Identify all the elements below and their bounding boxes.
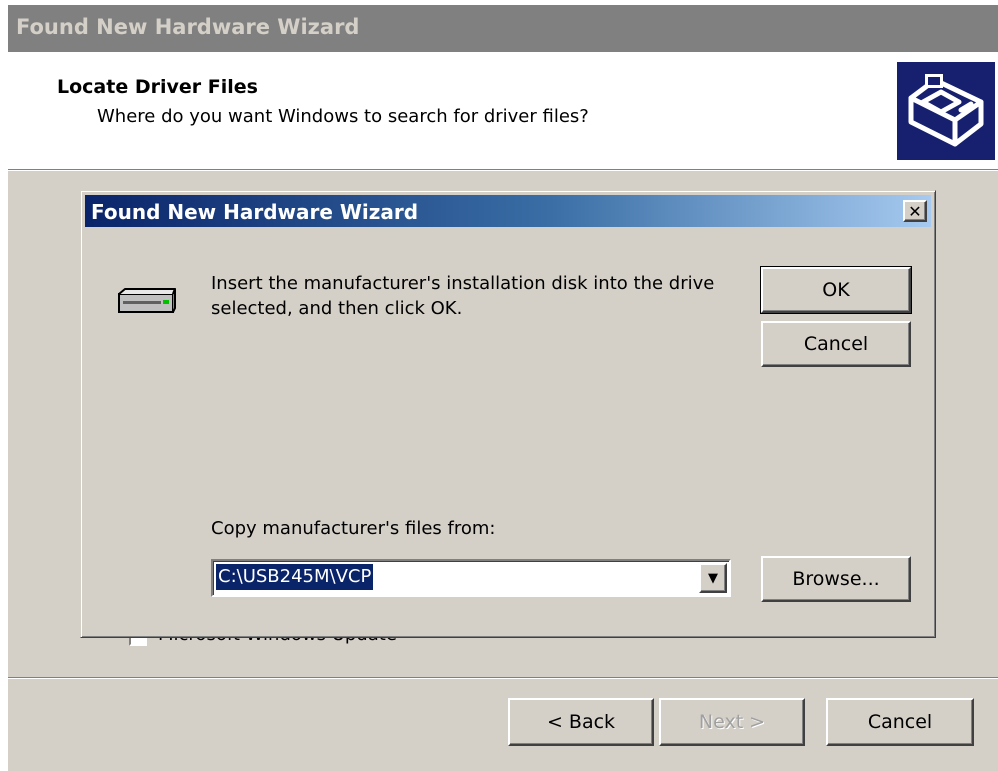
ok-button[interactable]: OK [760, 266, 912, 314]
wizard-header-subtitle: Where do you want Windows to search for … [97, 106, 589, 127]
floppy-drive-icon [115, 286, 177, 316]
chevron-down-icon: ▼ [708, 570, 718, 586]
dialog-cancel-button[interactable]: Cancel [761, 321, 911, 367]
wizard-cancel-button[interactable]: Cancel [826, 698, 974, 746]
install-disk-dialog: Found New Hardware Wizard ✕ Insert the m… [80, 190, 936, 638]
background-wizard-title: Found New Hardware Wizard [16, 15, 360, 39]
header-separator [8, 170, 998, 171]
footer-separator [8, 677, 998, 679]
dialog-message: Insert the manufacturer's installation d… [211, 273, 715, 319]
background-wizard-titlebar[interactable]: Found New Hardware Wizard [8, 5, 998, 52]
copy-files-label: Copy manufacturer's files from: [211, 518, 496, 539]
dropdown-button[interactable]: ▼ [699, 563, 727, 593]
next-button[interactable]: Next > [659, 698, 805, 746]
source-path-input[interactable]: C:\USB245M\VCP [216, 564, 374, 590]
close-button[interactable]: ✕ [903, 200, 927, 222]
screen: Found New Hardware Wizard Locate Driver … [0, 0, 998, 771]
dialog-title: Found New Hardware Wizard [91, 200, 419, 224]
browse-button[interactable]: Browse... [761, 556, 911, 602]
dialog-titlebar[interactable]: Found New Hardware Wizard ✕ [85, 195, 931, 227]
back-button[interactable]: < Back [508, 698, 654, 746]
close-icon: ✕ [908, 201, 922, 221]
source-path-combobox[interactable]: C:\USB245M\VCP ▼ [211, 559, 731, 597]
wizard-header-panel: Locate Driver Files Where do you want Wi… [8, 52, 998, 170]
wizard-header-title: Locate Driver Files [57, 76, 258, 98]
hardware-install-icon [897, 62, 995, 160]
